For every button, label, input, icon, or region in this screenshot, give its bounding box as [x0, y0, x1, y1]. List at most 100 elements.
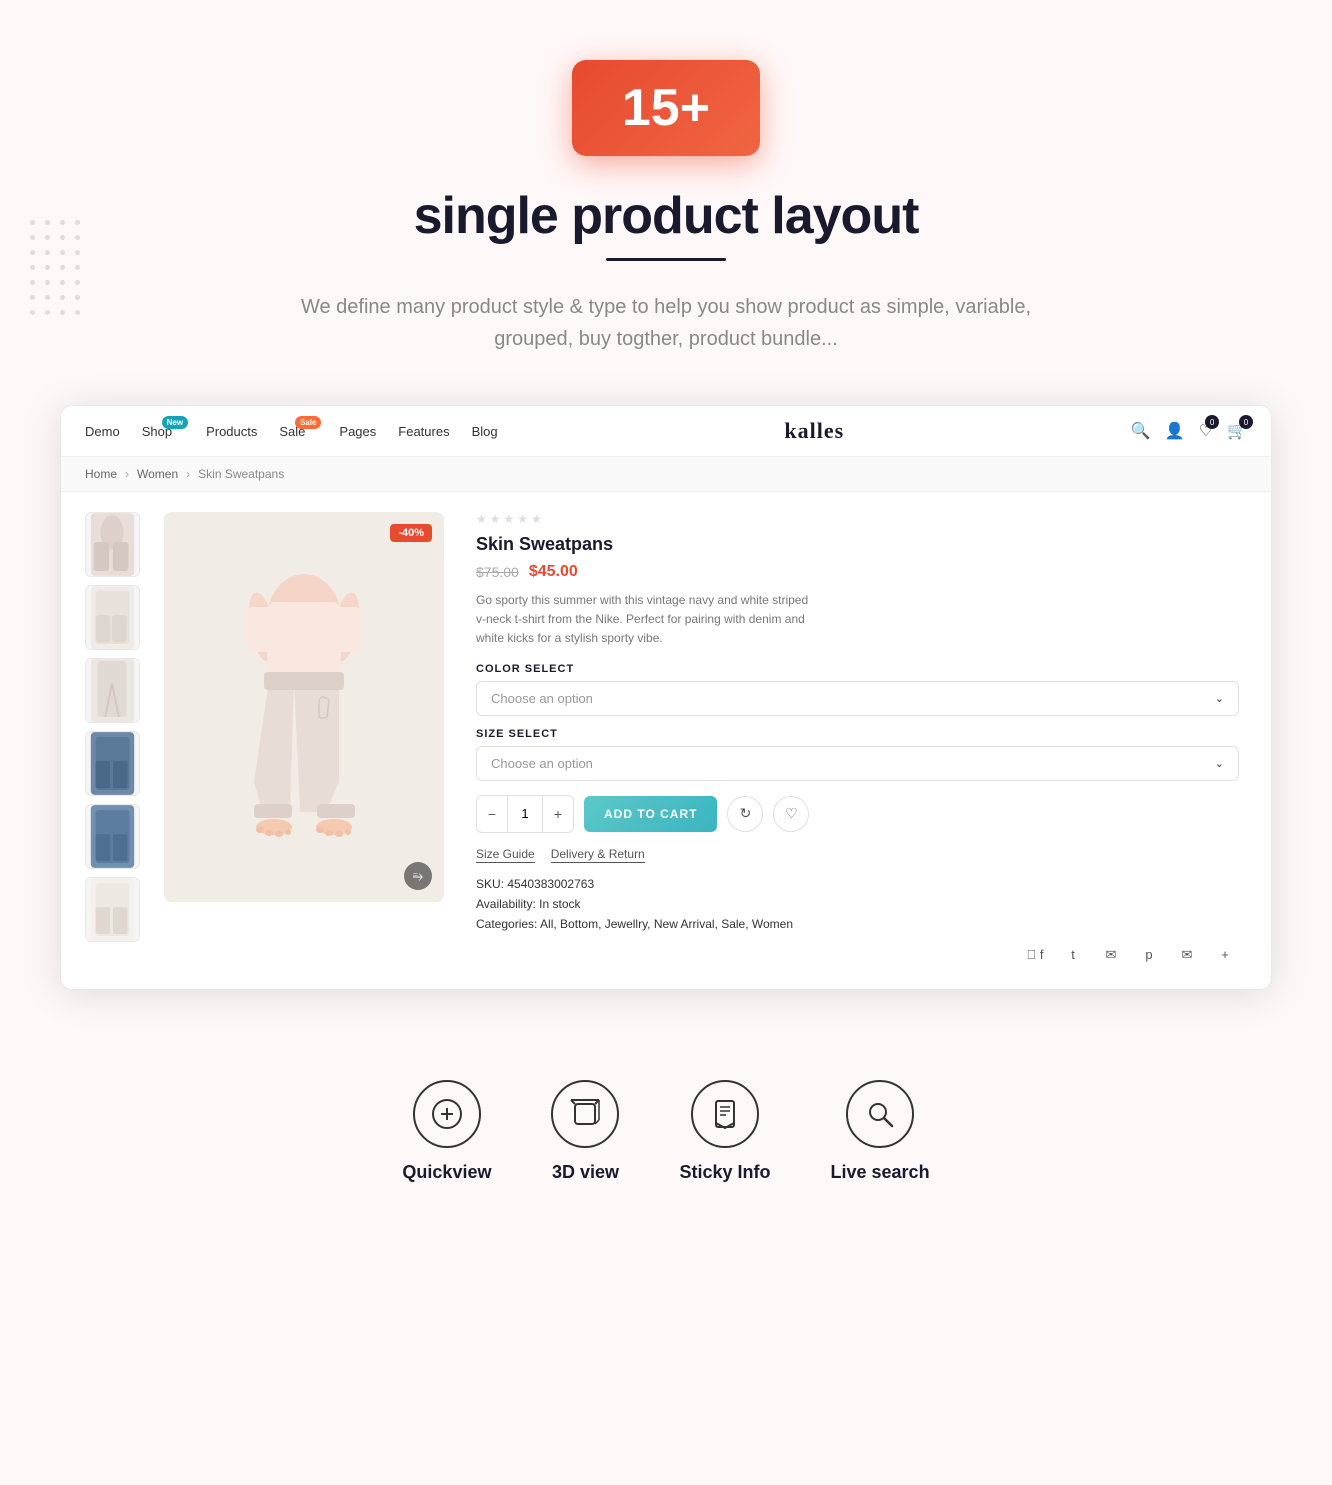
- info-links: Size Guide Delivery & Return: [476, 847, 1239, 863]
- count-badge: 15+: [572, 60, 760, 156]
- hero-section: 15+ single product layout We define many…: [0, 0, 1332, 385]
- sku-label: SKU:: [476, 877, 504, 891]
- nav-right: 🔍 👤 ♡ 0 🛒 0: [1131, 421, 1247, 441]
- product-title: Skin Sweatpans: [476, 534, 1239, 555]
- star-3: ★: [504, 512, 515, 526]
- thumb-5[interactable]: [85, 804, 140, 869]
- livesearch-icon: [846, 1080, 914, 1148]
- thumbnail-list: [85, 512, 140, 969]
- size-select-value: Choose an option: [491, 756, 593, 771]
- product-area: -40%: [61, 492, 1271, 989]
- wishlist-count: 0: [1205, 415, 1219, 429]
- nav-features[interactable]: Features: [398, 424, 449, 439]
- qty-decrease[interactable]: −: [477, 796, 507, 832]
- color-select-arrow: ⌄: [1215, 692, 1224, 705]
- account-icon[interactable]: 👤: [1165, 421, 1185, 441]
- qty-value: 1: [507, 796, 543, 832]
- search-icon[interactable]: 🔍: [1131, 421, 1151, 441]
- expand-button[interactable]: ⥱: [404, 862, 432, 890]
- refresh-button[interactable]: ↻: [727, 796, 763, 832]
- sticky-icon: [691, 1080, 759, 1148]
- star-1: ★: [476, 512, 487, 526]
- thumb-4[interactable]: [85, 731, 140, 796]
- sale-badge: Sale: [295, 416, 321, 429]
- breadcrumb-home[interactable]: Home: [85, 467, 117, 481]
- breadcrumb: Home › Women › Skin Sweatpans: [61, 457, 1271, 492]
- star-rating: ★ ★ ★ ★ ★: [476, 512, 1239, 526]
- add-to-cart-button[interactable]: ADD TO CART: [584, 796, 717, 832]
- price-row: $75.00 $45.00: [476, 563, 1239, 581]
- quantity-control: − 1 +: [476, 795, 574, 833]
- thumb-2[interactable]: [85, 585, 140, 650]
- availability-row: Availability: In stock: [476, 897, 1239, 911]
- nav-products[interactable]: Products: [206, 424, 257, 439]
- sku-value: 4540383002763: [507, 877, 594, 891]
- price-sale: $45.00: [529, 563, 578, 581]
- product-description: Go sporty this summer with this vintage …: [476, 591, 816, 649]
- hero-title: single product layout: [20, 186, 1312, 246]
- size-select-arrow: ⌄: [1215, 757, 1224, 770]
- title-divider: [606, 258, 726, 261]
- nav-logo: kalles: [784, 418, 844, 444]
- color-select-value: Choose an option: [491, 691, 593, 706]
- browser-mockup: Demo Shop New Products Sale Sale Pages F…: [60, 405, 1272, 990]
- social-row:  f t ✉ p ✉ +: [476, 941, 1239, 969]
- dots-decoration: [30, 220, 80, 325]
- page-wrapper: 15+ single product layout We define many…: [0, 0, 1332, 1233]
- feature-livesearch: Live search: [831, 1080, 930, 1183]
- feature-3dview: 3D view: [551, 1080, 619, 1183]
- wishlist-icon[interactable]: ♡ 0: [1199, 421, 1213, 441]
- delivery-link[interactable]: Delivery & Return: [551, 847, 645, 863]
- thumb-3[interactable]: [85, 658, 140, 723]
- nav-pages[interactable]: Pages: [339, 424, 376, 439]
- wishlist-button[interactable]: ♡: [773, 796, 809, 832]
- more-icon[interactable]: +: [1211, 941, 1239, 969]
- size-guide-link[interactable]: Size Guide: [476, 847, 535, 863]
- pinterest-icon[interactable]: p: [1135, 941, 1163, 969]
- size-select-label: SIZE SELECT: [476, 728, 1239, 740]
- product-illustration: [164, 512, 444, 902]
- email-icon[interactable]: ✉: [1097, 941, 1125, 969]
- nav-sale[interactable]: Sale Sale: [279, 424, 305, 439]
- breadcrumb-current: Skin Sweatpans: [198, 467, 284, 481]
- cart-count: 0: [1239, 415, 1253, 429]
- star-5: ★: [531, 512, 542, 526]
- color-select[interactable]: Choose an option ⌄: [476, 681, 1239, 716]
- categories-label: Categories:: [476, 917, 537, 931]
- hero-description: We define many product style & type to h…: [291, 291, 1041, 355]
- breadcrumb-sep-1: ›: [125, 467, 129, 481]
- qty-increase[interactable]: +: [543, 796, 573, 832]
- availability-value: In stock: [539, 897, 580, 911]
- price-original: $75.00: [476, 564, 519, 580]
- thumb-6[interactable]: [85, 877, 140, 942]
- star-2: ★: [490, 512, 501, 526]
- breadcrumb-category[interactable]: Women: [137, 467, 178, 481]
- nav-left: Demo Shop New Products Sale Sale Pages F…: [85, 424, 498, 439]
- messenger-icon[interactable]: ✉: [1173, 941, 1201, 969]
- cart-icon[interactable]: 🛒 0: [1227, 421, 1247, 441]
- livesearch-label: Live search: [831, 1162, 930, 1183]
- breadcrumb-sep-2: ›: [186, 467, 190, 481]
- nav-demo[interactable]: Demo: [85, 424, 120, 439]
- feature-quickview: Quickview: [402, 1080, 491, 1183]
- categories-row: Categories: All, Bottom, Jewellry, New A…: [476, 917, 1239, 931]
- sticky-label: Sticky Info: [679, 1162, 770, 1183]
- twitter-icon[interactable]: t: [1059, 941, 1087, 969]
- facebook-icon[interactable]:  f: [1021, 941, 1049, 969]
- features-section: Quickview 3D view: [0, 1030, 1332, 1233]
- thumb-1[interactable]: [85, 512, 140, 577]
- main-product-image: -40%: [164, 512, 444, 902]
- color-select-label: COLOR SELECT: [476, 663, 1239, 675]
- discount-badge: -40%: [390, 524, 432, 542]
- new-badge: New: [162, 416, 188, 429]
- size-select[interactable]: Choose an option ⌄: [476, 746, 1239, 781]
- browser-section: Demo Shop New Products Sale Sale Pages F…: [0, 385, 1332, 1030]
- feature-sticky: Sticky Info: [679, 1080, 770, 1183]
- nav-shop[interactable]: Shop New: [142, 424, 172, 439]
- quickview-label: Quickview: [402, 1162, 491, 1183]
- categories-value[interactable]: All, Bottom, Jewellry, New Arrival, Sale…: [540, 917, 793, 931]
- sku-row: SKU: 4540383002763: [476, 877, 1239, 891]
- nav-blog[interactable]: Blog: [472, 424, 498, 439]
- star-4: ★: [517, 512, 528, 526]
- cart-row: − 1 + ADD TO CART ↻ ♡: [476, 795, 1239, 833]
